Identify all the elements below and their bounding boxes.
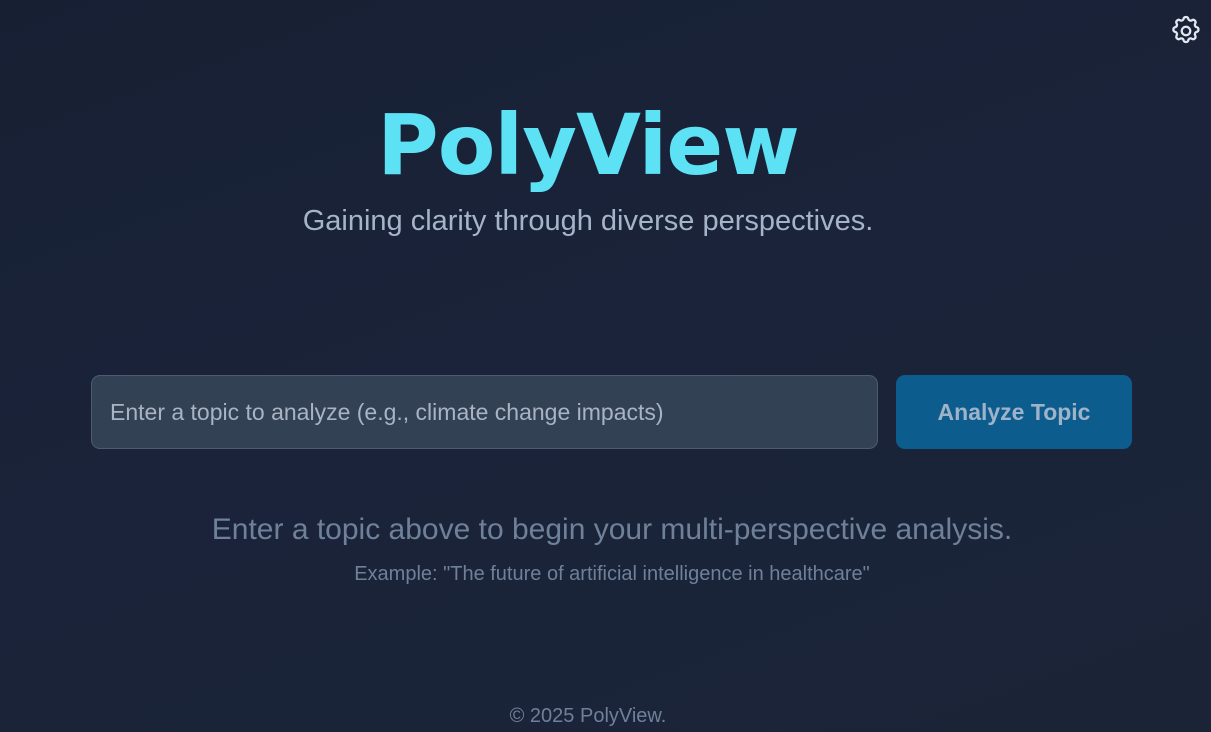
header: PolyView Gaining clarity through diverse…: [0, 96, 1176, 238]
empty-state-message: Enter a topic above to begin your multi-…: [211, 513, 1013, 546]
topic-input[interactable]: [91, 375, 878, 449]
settings-button[interactable]: [1168, 15, 1204, 51]
footer-copyright: © 2025 PolyView.: [509, 705, 667, 727]
app-title: PolyView: [377, 96, 800, 194]
empty-state: Enter a topic above to begin your multi-…: [0, 512, 1211, 586]
example-text: Example: "The future of artificial intel…: [354, 563, 870, 585]
analyze-topic-button[interactable]: Analyze Topic: [896, 375, 1132, 449]
search-bar: Analyze Topic: [91, 375, 1132, 449]
app-subtitle: Gaining clarity through diverse perspect…: [302, 205, 874, 237]
gear-icon: [1169, 14, 1203, 53]
